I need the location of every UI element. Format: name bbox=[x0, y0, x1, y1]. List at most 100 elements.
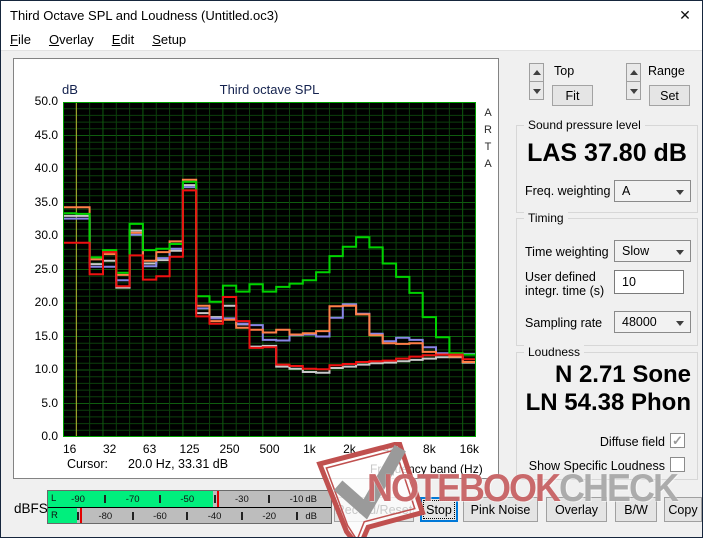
y-tick-label: 30.0 bbox=[20, 228, 58, 242]
sampling-rate-value: 48000 bbox=[622, 315, 657, 329]
spl-group: Sound pressure level LAS 37.80 dB Freq. … bbox=[516, 125, 698, 213]
cursor-label: Cursor: bbox=[67, 457, 108, 471]
up-arrow-icon bbox=[630, 70, 638, 75]
meter-tick bbox=[186, 512, 188, 520]
range-spinner-down-button[interactable] bbox=[626, 81, 641, 100]
down-arrow-icon bbox=[533, 89, 541, 94]
chart-panel: dB Third octave SPL 50.045.040.035.030.0… bbox=[13, 58, 499, 479]
chevron-down-icon bbox=[676, 250, 684, 255]
meter-scale-label: -90 bbox=[71, 494, 85, 505]
meter-scale-label: -40 bbox=[208, 511, 222, 522]
menu-item-file[interactable]: File bbox=[1, 29, 40, 51]
y-tick-label: 40.0 bbox=[20, 161, 58, 175]
meter-tick bbox=[104, 495, 106, 503]
meter-tick bbox=[296, 512, 298, 520]
x-tick-label: 8k bbox=[407, 442, 451, 456]
range-spinner-up-button[interactable] bbox=[626, 63, 641, 82]
meter-channel-label: L bbox=[51, 493, 56, 504]
stop-button[interactable]: Stop bbox=[420, 497, 458, 522]
chevron-down-icon bbox=[676, 321, 684, 326]
range-label: Range bbox=[648, 64, 685, 78]
down-arrow-icon bbox=[630, 89, 638, 94]
timing-group: Timing Time weighting Slow User defined … bbox=[516, 218, 698, 346]
diffuse-field-label: Diffuse field bbox=[517, 435, 665, 449]
x-tick-label: 2k bbox=[327, 442, 371, 456]
menu-item-setup[interactable]: Setup bbox=[143, 29, 195, 51]
show-specific-loudness-checkbox[interactable] bbox=[670, 457, 685, 472]
title-bar: Third Octave SPL and Loudness (Untitled.… bbox=[1, 1, 702, 29]
meter-channel-label: R bbox=[51, 510, 58, 521]
overlay-button[interactable]: Overlay bbox=[546, 497, 607, 522]
arta-spl-window: Third Octave SPL and Loudness (Untitled.… bbox=[0, 0, 703, 538]
close-icon[interactable]: ✕ bbox=[674, 5, 696, 25]
integr-time-label-2: integr. time (s) bbox=[525, 284, 604, 298]
x-axis-title: Frequency band (Hz) bbox=[370, 462, 483, 476]
x-tick-label: 1k bbox=[287, 442, 331, 456]
time-weighting-label: Time weighting bbox=[525, 245, 609, 259]
meter-scale-label: -50 bbox=[180, 494, 194, 505]
meter-tick bbox=[132, 512, 134, 520]
menu-item-overlay[interactable]: Overlay bbox=[40, 29, 103, 51]
menu-bar: FileOverlayEditSetup bbox=[1, 29, 702, 51]
time-weighting-select[interactable]: Slow bbox=[614, 240, 691, 262]
meter-scale-label: -10 bbox=[290, 494, 304, 505]
x-tick-label: 125 bbox=[168, 442, 212, 456]
y-tick-label: 50.0 bbox=[20, 94, 58, 108]
meter-tick bbox=[77, 512, 79, 520]
y-tick-label: 10.0 bbox=[20, 362, 58, 376]
loudness-group-title: Loudness bbox=[524, 345, 584, 359]
loudness-phon-value: LN 54.38 Phon bbox=[526, 389, 691, 417]
top-spinner-down-button[interactable] bbox=[529, 81, 544, 100]
integr-time-value: 10 bbox=[622, 275, 636, 289]
meter-scale-label: -70 bbox=[126, 494, 140, 505]
plot-title: Third octave SPL bbox=[63, 82, 476, 97]
time-weighting-value: Slow bbox=[622, 244, 649, 258]
meter-peak-indicator bbox=[217, 491, 219, 507]
freq-weighting-select[interactable]: A bbox=[614, 180, 691, 202]
x-tick-label: 32 bbox=[88, 442, 132, 456]
sampling-rate-select[interactable]: 48000 bbox=[614, 311, 691, 333]
meter-unit-label: dB bbox=[305, 511, 317, 522]
diffuse-field-checkbox[interactable]: ✓ bbox=[670, 433, 685, 448]
record-reset-button[interactable]: Record/Reset bbox=[334, 497, 414, 522]
meter-tick bbox=[159, 495, 161, 503]
meter-scale-label: -20 bbox=[262, 511, 276, 522]
menu-item-edit[interactable]: Edit bbox=[103, 29, 143, 51]
pink-noise-button[interactable]: Pink Noise bbox=[463, 497, 538, 522]
meter-tick bbox=[268, 495, 270, 503]
set-button[interactable]: Set bbox=[649, 85, 690, 106]
y-tick-label: 0.0 bbox=[20, 429, 58, 443]
check-icon: ✓ bbox=[672, 433, 683, 448]
spl-plot[interactable] bbox=[63, 102, 476, 437]
fit-button[interactable]: Fit bbox=[552, 85, 593, 106]
meter-peak-indicator bbox=[80, 508, 82, 523]
top-spinner-up-button[interactable] bbox=[529, 63, 544, 82]
dbfs-label: dBFS bbox=[14, 501, 48, 516]
level-meter: L-90-70-50-30-10dBR-80-60-40-20dB bbox=[47, 490, 332, 524]
y-tick-label: 5.0 bbox=[20, 396, 58, 410]
timing-group-title: Timing bbox=[524, 211, 568, 225]
integr-time-label-1: User defined bbox=[525, 270, 596, 284]
freq-weighting-value: A bbox=[622, 184, 630, 198]
window-title: Third Octave SPL and Loudness (Untitled.… bbox=[10, 8, 278, 23]
b-w-button[interactable]: B/W bbox=[615, 497, 657, 522]
copy-button[interactable]: Copy bbox=[664, 497, 702, 522]
show-specific-loudness-label: Show Specific Loudness bbox=[517, 459, 665, 473]
chevron-down-icon bbox=[676, 190, 684, 195]
loudness-group: Loudness N 2.71 Sone LN 54.38 Phon Diffu… bbox=[516, 352, 698, 480]
x-tick-label: 16 bbox=[48, 442, 92, 456]
integr-time-input[interactable]: 10 bbox=[614, 270, 684, 294]
cursor-readout: 20.0 Hz, 33.31 dB bbox=[128, 457, 228, 471]
sampling-rate-label: Sampling rate bbox=[525, 316, 602, 330]
arta-logo-text: ARTA bbox=[481, 105, 495, 173]
loudness-sone-value: N 2.71 Sone bbox=[555, 361, 691, 389]
meter-scale-label: -60 bbox=[153, 511, 167, 522]
x-tick-label: 4k bbox=[367, 442, 411, 456]
meter-scale-label: -80 bbox=[98, 511, 112, 522]
freq-weighting-label: Freq. weighting bbox=[525, 184, 610, 198]
y-tick-label: 45.0 bbox=[20, 128, 58, 142]
meter-tick bbox=[241, 512, 243, 520]
y-tick-label: 35.0 bbox=[20, 195, 58, 209]
x-tick-label: 250 bbox=[208, 442, 252, 456]
x-tick-label: 63 bbox=[128, 442, 172, 456]
